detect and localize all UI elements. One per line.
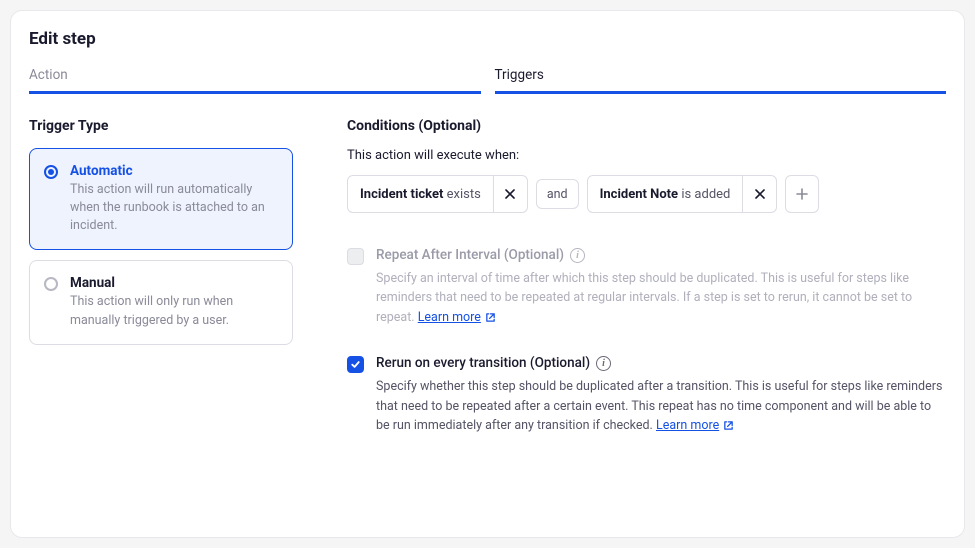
conditions-row: Incident ticket exists and Incident Note…	[347, 175, 946, 213]
learn-more-text: Learn more	[656, 416, 719, 435]
radio-icon	[44, 165, 58, 179]
close-icon	[755, 189, 765, 199]
conditions-intro: This action will execute when:	[347, 148, 946, 163]
check-icon	[350, 359, 361, 370]
tabs: Action Triggers	[29, 61, 946, 94]
chip-bold: Incident ticket	[360, 187, 443, 202]
close-icon	[505, 189, 515, 199]
tab-action[interactable]: Action	[29, 61, 481, 94]
add-condition-button[interactable]	[785, 175, 819, 213]
conditions-heading: Conditions (Optional)	[347, 118, 946, 134]
trigger-type-manual[interactable]: Manual This action will only run when ma…	[29, 260, 293, 344]
edit-step-panel: Edit step Action Triggers Trigger Type A…	[10, 10, 965, 538]
rerun-title: Rerun on every transition (Optional) i	[376, 355, 946, 371]
manual-desc: This action will only run when manually …	[70, 293, 278, 329]
learn-more-text: Learn more	[418, 308, 481, 327]
condition-chip-incident-note[interactable]: Incident Note is added	[587, 175, 778, 213]
automatic-label: Automatic	[70, 163, 278, 179]
trigger-type-heading: Trigger Type	[29, 118, 293, 134]
chip-bold: Incident Note	[600, 187, 679, 202]
trigger-type-automatic[interactable]: Automatic This action will run automatic…	[29, 148, 293, 250]
manual-label: Manual	[70, 275, 278, 291]
page-title: Edit step	[29, 29, 946, 49]
tab-triggers[interactable]: Triggers	[495, 61, 947, 94]
rerun-learn-more-link[interactable]: Learn more	[656, 416, 734, 435]
conjunction-and: and	[536, 179, 579, 209]
info-icon[interactable]: i	[596, 356, 611, 371]
repeat-after-interval-block: Repeat After Interval (Optional) i Speci…	[347, 247, 946, 327]
plus-icon	[796, 188, 808, 200]
repeat-title: Repeat After Interval (Optional) i	[376, 247, 946, 263]
repeat-learn-more-link[interactable]: Learn more	[418, 308, 496, 327]
external-link-icon	[723, 420, 734, 431]
rerun-checkbox[interactable]	[347, 356, 364, 373]
rerun-desc: Specify whether this step should be dupl…	[376, 377, 946, 435]
trigger-type-section: Trigger Type Automatic This action will …	[29, 118, 293, 463]
external-link-icon	[485, 312, 496, 323]
content: Trigger Type Automatic This action will …	[29, 118, 946, 463]
chip-rest: is added	[678, 187, 730, 202]
remove-condition-button[interactable]	[493, 176, 527, 212]
chip-rest: exists	[443, 187, 480, 202]
automatic-desc: This action will run automatically when …	[70, 181, 278, 235]
repeat-checkbox	[347, 248, 364, 265]
radio-icon	[44, 277, 58, 291]
remove-condition-button[interactable]	[742, 176, 776, 212]
conditions-section: Conditions (Optional) This action will e…	[347, 118, 946, 463]
repeat-title-text: Repeat After Interval (Optional)	[376, 247, 564, 263]
condition-chip-incident-ticket[interactable]: Incident ticket exists	[347, 175, 528, 213]
info-icon[interactable]: i	[570, 248, 585, 263]
rerun-on-transition-block: Rerun on every transition (Optional) i S…	[347, 355, 946, 435]
repeat-desc: Specify an interval of time after which …	[376, 269, 946, 327]
rerun-title-text: Rerun on every transition (Optional)	[376, 355, 590, 371]
